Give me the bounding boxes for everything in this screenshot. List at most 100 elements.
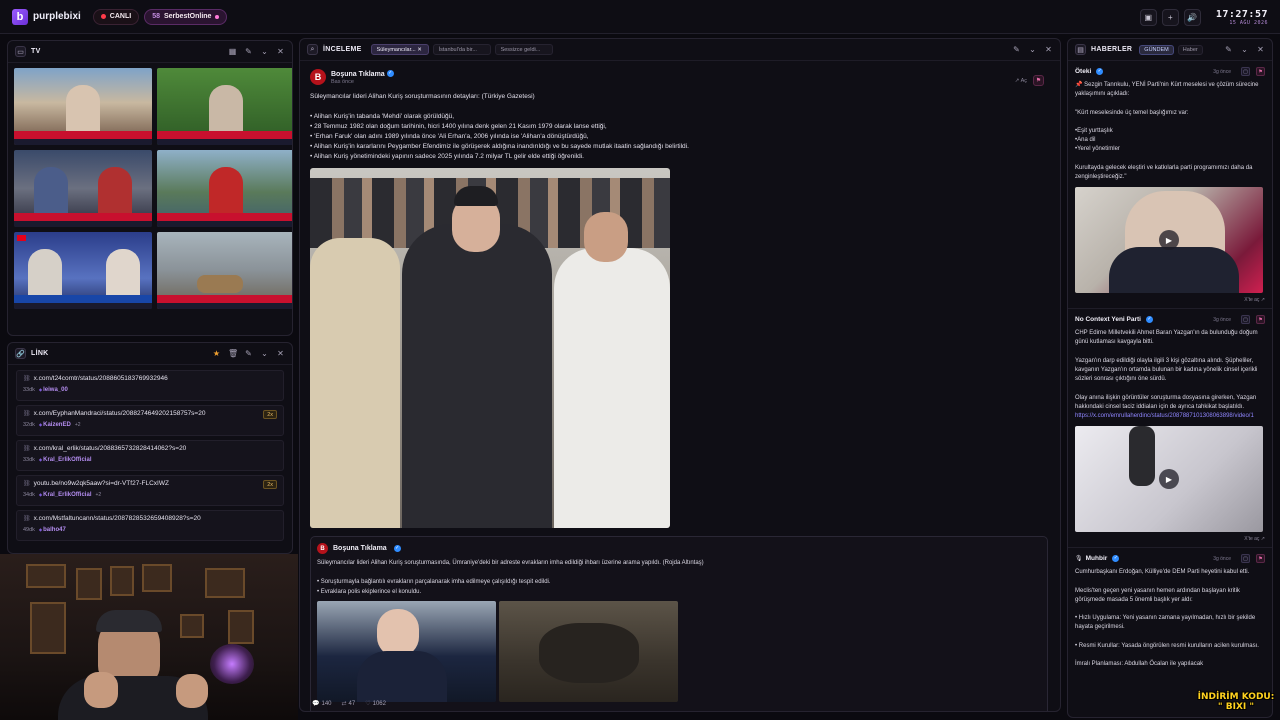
tab-istanbul[interactable]: İstanbul'da bir... (432, 44, 491, 55)
tab-haber[interactable]: Haber (1177, 44, 1203, 55)
expand-icon[interactable]: ▢ (1241, 315, 1250, 325)
link-item[interactable]: ⛓ x.com/EyphanMandraci/status/20882746492… (16, 405, 284, 436)
news-video[interactable]: ▶ (1075, 187, 1263, 294)
promo-code-overlay: İNDİRİM KODU: " BIXI " (1194, 692, 1278, 718)
bookmark-icon[interactable]: ⚑ (1256, 315, 1265, 325)
volume-icon[interactable]: 🔊 (1183, 8, 1201, 26)
link-url[interactable]: x.com/EyphanMandraci/status/208827464920… (34, 410, 206, 417)
clock: 17:27:57 15 AĞU 2026 (1216, 9, 1268, 26)
news-link[interactable]: https://x.com/emrullaherdinc/status/2087… (1075, 413, 1254, 419)
close-icon[interactable]: ✕ (276, 349, 285, 358)
tab-sessizce[interactable]: Sessizce geldi... (494, 44, 553, 55)
quoted-images (317, 601, 1041, 702)
link-user[interactable]: KaizenED (39, 422, 71, 428)
link-url[interactable]: x.com/kral_erlik/status/2088365732828414… (34, 445, 187, 452)
link-item[interactable]: ⛓ x.com/t24comtr/status/20886051837699329… (16, 370, 284, 401)
link-user[interactable]: leiwa_00 (39, 387, 68, 393)
tab-gundem[interactable]: GÜNDEM (1139, 44, 1174, 55)
quoted-image[interactable] (499, 601, 678, 702)
tv-caption-strip (157, 131, 292, 139)
open-on-x-link[interactable]: X'te aç ↗ (1075, 536, 1265, 542)
edit-icon[interactable]: ✎ (244, 47, 253, 56)
bookmark-icon[interactable]: ⚑ (1256, 554, 1265, 564)
brand-logo[interactable]: b purplebixi (12, 8, 81, 25)
tab-suleymancilar[interactable]: Süleymancılar... ✕ (370, 44, 429, 55)
expand-icon[interactable]: ▢ (1241, 554, 1250, 564)
link-extra-count: +2 (95, 492, 102, 498)
link-url[interactable]: youtu.be/no9w2qk5aaw?si=dr-VTf27-FLCxIWZ (34, 480, 169, 487)
heart-icon: ♡ (365, 701, 371, 707)
post-image[interactable] (310, 168, 670, 528)
link-panel-actions: ★ 🗑 ✎ ⌄ ✕ (212, 349, 285, 358)
online-badge[interactable]: 58 SerbestOnline (144, 8, 228, 25)
link-url[interactable]: x.com/Mstfaltuncann/status/2087828532659… (34, 515, 201, 522)
add-icon[interactable]: + (1161, 8, 1179, 26)
tv-person (98, 167, 132, 217)
link-item[interactable]: ⛓ x.com/Mstfaltuncann/status/208782853265… (16, 510, 284, 541)
tv-thumb[interactable] (14, 232, 152, 309)
link-age: 33dk (23, 457, 35, 463)
tv-ticker (14, 303, 152, 309)
tv-person (34, 167, 68, 217)
star-icon[interactable]: ★ (212, 349, 221, 358)
link-user[interactable]: Kral_ErlikOfficial (39, 457, 91, 463)
quoted-image[interactable] (317, 601, 496, 702)
post-author-name[interactable]: Boşuna Tıklama (331, 71, 385, 78)
expand-icon[interactable]: ▢ (1241, 67, 1250, 76)
tv-ticker (14, 139, 152, 145)
streamer-hand (84, 672, 118, 708)
promo-line-2: " BIXI " (1217, 702, 1255, 712)
link-user[interactable]: balho47 (39, 527, 66, 533)
news-author[interactable]: No Context Yeni Parti (1075, 316, 1141, 323)
repost-count[interactable]: ⇄ 47 (342, 700, 356, 707)
news-line: Cumhurbaşkanı Erdoğan, Külliye'de DEM Pa… (1075, 569, 1250, 576)
post-line: Süleymancılar lideri Alihan Kuriş soruşt… (310, 93, 535, 100)
link-item[interactable]: ⛓ youtu.be/no9w2qk5aaw?si=dr-VTf27-FLCxIW… (16, 475, 284, 506)
quoted-post[interactable]: B Boşuna Tıklama ✓ Süleymancılar lideri A… (310, 536, 1048, 711)
news-time: 3g önce (1213, 68, 1231, 75)
image-icon[interactable]: ▣ (1139, 8, 1157, 26)
close-icon[interactable]: ✕ (1256, 45, 1265, 54)
link-user[interactable]: Kral_ErlikOfficial (39, 492, 91, 498)
news-line: Meclis'ten geçen yeni yasanın hemen ardı… (1075, 587, 1240, 603)
news-video[interactable]: ▶ (1075, 426, 1263, 533)
link-url[interactable]: x.com/t24comtr/status/208860518376993294… (34, 375, 168, 382)
news-author[interactable]: Öteki (1075, 68, 1091, 75)
avatar[interactable]: B (317, 543, 328, 554)
open-on-x-link[interactable]: X'te aç ↗ (1075, 297, 1265, 303)
repost-icon: ⇄ (341, 701, 347, 707)
tv-thumb[interactable] (157, 68, 292, 145)
link-item[interactable]: ⛓ x.com/kral_erlik/status/208836573282841… (16, 440, 284, 471)
tv-thumb[interactable] (14, 68, 152, 145)
chevron-down-icon[interactable]: ⌄ (1028, 45, 1037, 54)
edit-icon[interactable]: ✎ (1224, 45, 1233, 54)
tv-thumb[interactable] (157, 150, 292, 227)
tv-dog (197, 275, 243, 293)
like-count[interactable]: ♡ 1062 (365, 700, 386, 707)
tv-grid (8, 63, 292, 314)
grid-icon[interactable]: ▦ (228, 47, 237, 56)
edit-icon[interactable]: ✎ (1012, 45, 1021, 54)
tv-person (209, 85, 243, 135)
chevron-down-icon[interactable]: ⌄ (260, 349, 269, 358)
tv-thumb[interactable] (157, 232, 292, 309)
quoted-author-name[interactable]: Boşuna Tıklama (333, 545, 387, 552)
reply-count[interactable]: 💬 140 (312, 700, 332, 707)
person (377, 609, 419, 657)
post-text: Süleymancılar lideri Alihan Kuriş soruşt… (310, 92, 1045, 162)
chevron-down-icon[interactable]: ⌄ (260, 47, 269, 56)
verified-icon: ✓ (386, 70, 394, 78)
play-icon[interactable]: ▶ (1159, 469, 1179, 490)
chevron-down-icon[interactable]: ⌄ (1240, 45, 1249, 54)
close-icon[interactable]: ✕ (1044, 45, 1053, 54)
news-body: CHP Edirne Milletvekili Ahmet Baran Yazg… (1075, 329, 1265, 421)
edit-icon[interactable]: ✎ (244, 349, 253, 358)
news-author[interactable]: Muhbir (1086, 555, 1108, 562)
bookmark-icon[interactable]: ⚑ (1256, 67, 1265, 76)
live-badge: CANLI (92, 8, 140, 25)
close-icon[interactable]: ✕ (276, 47, 285, 56)
trash-icon[interactable]: 🗑 (228, 349, 238, 358)
avatar[interactable]: B (310, 69, 326, 85)
link-age: 33dk (23, 387, 35, 393)
tv-thumb[interactable] (14, 150, 152, 227)
